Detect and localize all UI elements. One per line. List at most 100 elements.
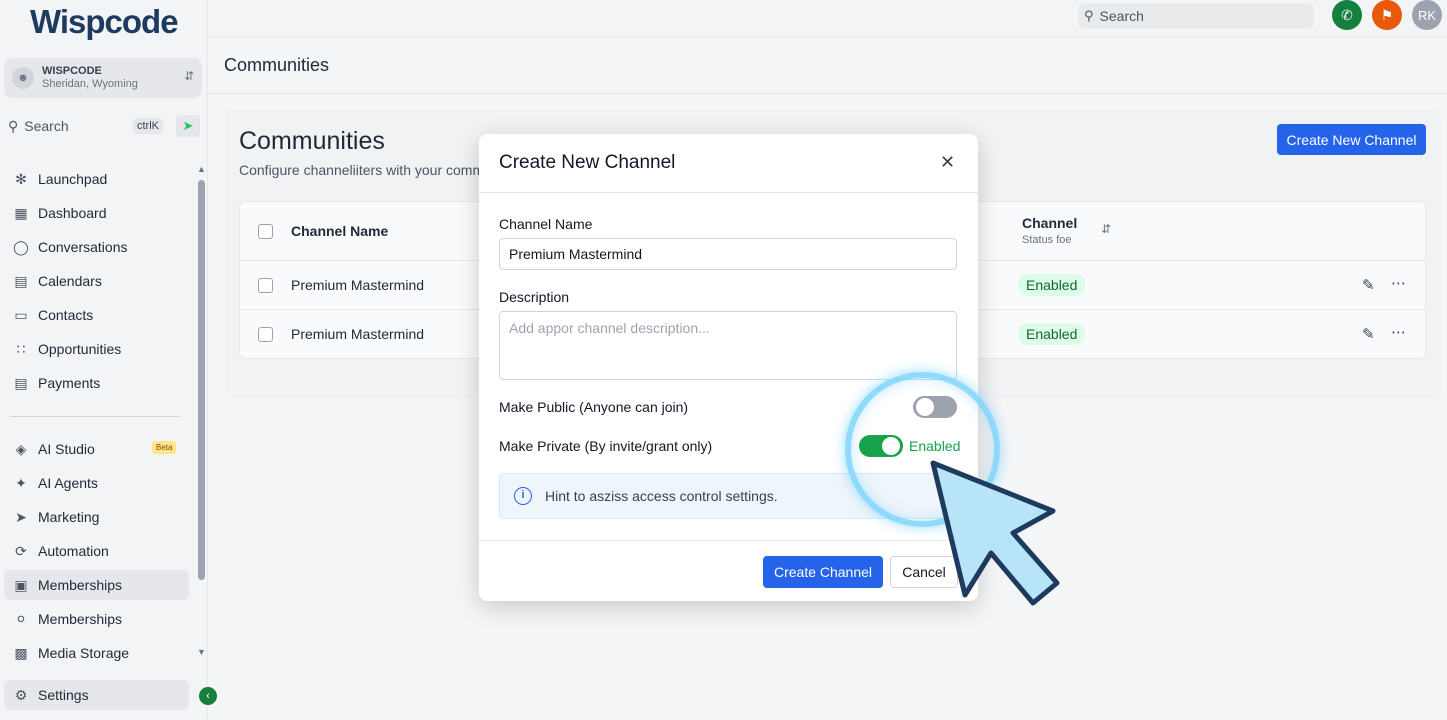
- sidebar-item-media-storage[interactable]: ▩ Media Storage: [4, 638, 189, 668]
- location-sub: Sheridan, Wyoming: [42, 78, 138, 90]
- sidebar-item-memberships[interactable]: ⚪ Memberships: [4, 604, 189, 634]
- sidebar-item-contacts[interactable]: ▭ Contacts: [4, 300, 189, 330]
- rocket-icon: ✻: [15, 170, 27, 187]
- row-channel-name: Premium Mastermind: [291, 326, 425, 342]
- select-all-checkbox[interactable]: [258, 224, 273, 239]
- create-channel-button[interactable]: Create Channel: [763, 556, 883, 588]
- sidebar-item-label: Automation: [38, 543, 109, 559]
- page-header: Communities: [208, 38, 1447, 94]
- brand-logo[interactable]: Wispcode: [30, 3, 179, 41]
- sidebar-item-conversations[interactable]: ◯ Conversations: [4, 232, 189, 262]
- create-channel-modal: Create New Channel ✕ Channel Name Premiu…: [479, 134, 978, 601]
- sidebar-item-memberships-active[interactable]: ▣ Memberships: [4, 570, 189, 600]
- chevron-updown-icon: ⇵: [183, 69, 194, 83]
- card-subtitle: Configure channeliiters with your comm: [239, 162, 485, 178]
- bell-icon[interactable]: ⚑: [1372, 0, 1402, 30]
- column-header-status[interactable]: Channel: [1022, 215, 1077, 231]
- channel-name-label: Channel Name: [499, 216, 593, 232]
- collapse-sidebar-button[interactable]: ‹: [199, 687, 217, 705]
- edit-icon[interactable]: ✎: [1362, 325, 1375, 343]
- edit-icon[interactable]: ✎: [1362, 276, 1375, 294]
- column-header-status-sub: Status foe: [1022, 234, 1072, 246]
- row-checkbox[interactable]: [258, 327, 273, 342]
- sidebar-item-ai-agents[interactable]: ✦ AI Agents: [4, 468, 189, 498]
- contacts-icon: ▭: [14, 306, 28, 323]
- modal-divider: [479, 540, 978, 541]
- column-header-name[interactable]: Channel Name: [291, 223, 388, 239]
- sidebar-item-launchpad[interactable]: ✻ Launchpad: [4, 164, 189, 194]
- modal-title: Create New Channel: [499, 152, 676, 173]
- automation-icon: ⟳: [15, 542, 27, 559]
- phone-icon[interactable]: ✆: [1332, 0, 1362, 30]
- sidebar-search-label: Search: [24, 118, 69, 134]
- award-icon: ⚪: [15, 610, 27, 627]
- beta-badge: Beta: [152, 441, 177, 454]
- status-badge: Enabled: [1018, 323, 1086, 345]
- sidebar-item-label: Opportunities: [38, 341, 122, 357]
- scroll-down-icon[interactable]: ▼: [197, 647, 206, 657]
- sparkle-icon: ✦: [15, 474, 27, 491]
- channel-name-input[interactable]: Premium Mastermind: [499, 238, 957, 270]
- create-new-channel-button[interactable]: Create New Channel: [1277, 124, 1426, 155]
- opportunities-icon: ∷: [16, 340, 26, 357]
- sidebar-item-calendars[interactable]: ▤ Calendars: [4, 266, 189, 296]
- calendar-icon: ▤: [14, 272, 28, 289]
- user-icon: ☻: [12, 67, 34, 89]
- sidebar-item-label: Marketing: [38, 509, 100, 525]
- sidebar-item-label: AI Studio: [38, 441, 95, 457]
- sidebar-item-label: Memberships: [38, 611, 123, 627]
- card-title: Communities: [239, 127, 385, 155]
- global-search[interactable]: ⚲ Search: [1078, 3, 1314, 29]
- ai-studio-icon: ◈: [15, 440, 27, 457]
- hint-text: Hint to asziss access control settings.: [545, 488, 778, 504]
- sidebar-item-label: Contacts: [38, 307, 94, 323]
- cursor-arrow-icon: [930, 460, 1060, 606]
- search-icon: ⚲: [1084, 8, 1094, 23]
- send-icon: ➤: [15, 508, 27, 525]
- chat-icon: ◯: [13, 238, 29, 255]
- make-private-label: Make Private (By invite/grant only): [499, 438, 713, 454]
- shortcut-badge: ctrlK: [133, 118, 163, 134]
- receipt-icon: ▤: [14, 374, 28, 391]
- grid-icon: ▦: [14, 204, 28, 221]
- description-label: Description: [499, 289, 570, 305]
- info-icon: i: [514, 487, 532, 505]
- page-title: Communities: [224, 55, 330, 75]
- bolt-icon[interactable]: ➤: [176, 115, 200, 137]
- more-icon[interactable]: ⋯: [1391, 323, 1406, 341]
- sidebar-item-marketing[interactable]: ➤ Marketing: [4, 502, 189, 532]
- sidebar-item-label: Dashboard: [38, 205, 107, 221]
- modal-divider: [479, 192, 978, 193]
- sidebar-scrollbar[interactable]: [198, 180, 205, 580]
- sidebar-item-payments[interactable]: ▤ Payments: [4, 368, 189, 398]
- scroll-up-icon[interactable]: ▲: [197, 164, 206, 174]
- sidebar-item-label: Memberships: [38, 577, 123, 593]
- sidebar-divider: [10, 416, 180, 417]
- sidebar-item-label: Payments: [38, 375, 101, 391]
- location-name: WISPCODE: [42, 65, 102, 77]
- gear-icon: ⚙: [14, 686, 28, 703]
- description-textarea[interactable]: Add appor channel description...: [499, 311, 957, 380]
- location-switcher[interactable]: ☻ WISPCODE Sheridan, Wyoming ⇵: [4, 58, 202, 98]
- membership-icon: ▣: [14, 576, 28, 593]
- status-badge: Enabled: [1018, 274, 1086, 296]
- sidebar: Wispcode ☻ WISPCODE Sheridan, Wyoming ⇵ …: [0, 0, 217, 720]
- image-icon: ▩: [14, 644, 28, 661]
- global-search-placeholder: Search: [1099, 8, 1144, 24]
- sidebar-item-opportunities[interactable]: ∷ Opportunities: [4, 334, 189, 364]
- sidebar-item-label: Calendars: [38, 273, 102, 289]
- sidebar-item-label: Launchpad: [38, 171, 108, 187]
- row-channel-name: Premium Mastermind: [291, 277, 425, 293]
- make-public-label: Make Public (Anyone can join): [499, 399, 689, 415]
- row-checkbox[interactable]: [258, 278, 273, 293]
- more-icon[interactable]: ⋯: [1391, 274, 1406, 292]
- sidebar-item-settings[interactable]: ⚙ Settings: [4, 680, 189, 710]
- sidebar-item-label: Media Storage: [38, 645, 130, 661]
- avatar[interactable]: RK: [1412, 0, 1442, 30]
- sidebar-item-dashboard[interactable]: ▦ Dashboard: [4, 198, 189, 228]
- search-icon: ⚲: [8, 117, 19, 134]
- sidebar-item-label: Conversations: [38, 239, 128, 255]
- sort-icon[interactable]: ⇵: [1101, 222, 1111, 236]
- sidebar-item-automation[interactable]: ⟳ Automation: [4, 536, 189, 566]
- close-icon[interactable]: ✕: [940, 152, 955, 173]
